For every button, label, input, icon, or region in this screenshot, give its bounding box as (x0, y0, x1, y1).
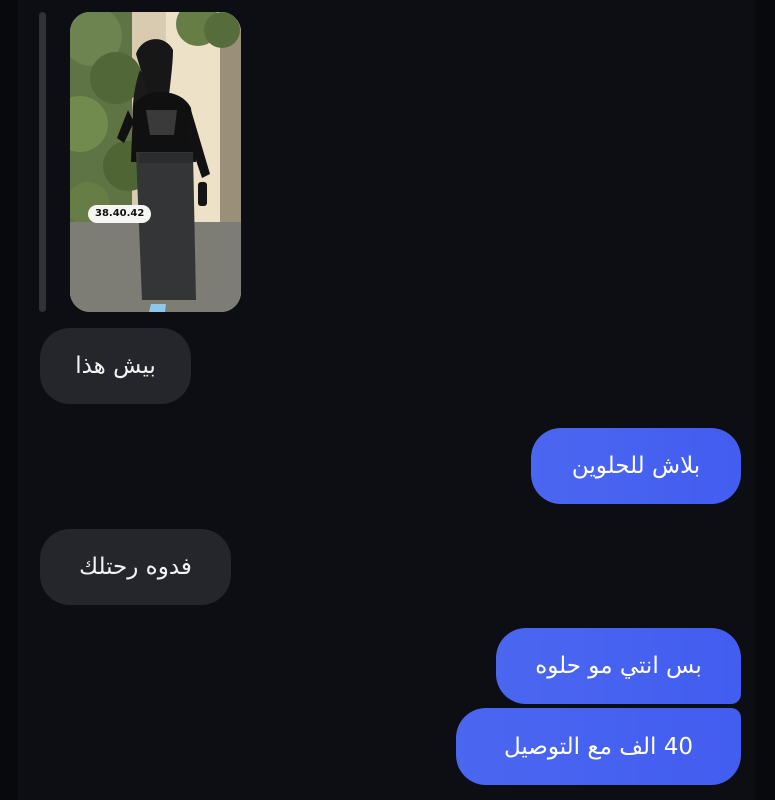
message-text: بلاش للحلوين (571, 453, 701, 479)
product-photo-message[interactable]: 38.40.42 (70, 12, 241, 312)
message-text: بيش هذا (75, 353, 156, 379)
message-text: بس انتي مو حلوه (535, 653, 702, 679)
product-photo (70, 12, 241, 312)
message-bubble-outgoing[interactable]: بلاش للحلوين (531, 428, 741, 504)
right-edge (755, 0, 775, 800)
reply-indicator-bar (39, 12, 46, 312)
message-bubble-outgoing[interactable]: 40 الف مع التوصيل (456, 708, 741, 785)
message-bubble-incoming[interactable]: فدوه رحتلك (40, 529, 231, 605)
left-edge (0, 0, 18, 800)
message-text: 40 الف مع التوصيل (503, 733, 694, 760)
message-text: فدوه رحتلك (79, 554, 192, 580)
message-bubble-incoming[interactable]: بيش هذا (40, 328, 191, 404)
message-bubble-outgoing[interactable]: بس انتي مو حلوه (496, 628, 741, 704)
size-tag: 38.40.42 (88, 205, 152, 223)
